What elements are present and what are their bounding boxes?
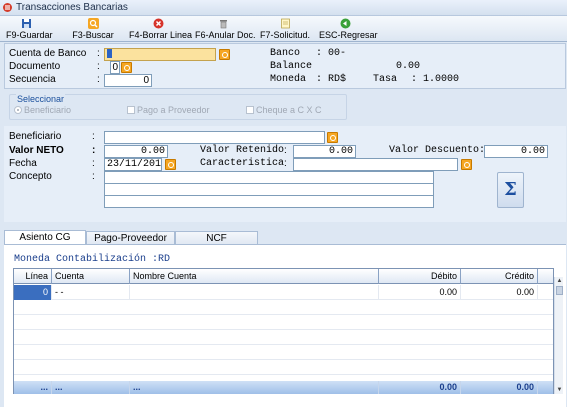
asiento-grid: Línea Cuenta Nombre Cuenta Débito Crédit… (13, 268, 554, 394)
balance-label: Balance (270, 61, 313, 72)
toolbar: F9-Guardar F3-Buscar F4-Borrar Linea F6-… (0, 16, 567, 42)
col-cuenta[interactable]: Cuenta (52, 269, 130, 284)
valor-retenido-input[interactable]: 0.00 (293, 145, 356, 158)
title-bar: Transacciones Bancarias (0, 0, 567, 16)
check-pago-proveedor[interactable]: Pago a Proveedor (127, 105, 210, 115)
totals-row: ... ... ... 0.00 0.00 (14, 381, 553, 394)
tab-ncf[interactable]: NCF (175, 231, 258, 245)
tasa-value: : 1.0000 (411, 74, 460, 85)
documento-label: Documento (9, 61, 61, 72)
fecha-label: Fecha (9, 158, 37, 169)
green-back-icon (340, 18, 350, 29)
concepto-line-3[interactable] (104, 195, 434, 208)
balance-value: 0.00 (396, 61, 421, 72)
delete-circle-icon (153, 18, 163, 29)
calendar-icon[interactable] (165, 159, 176, 170)
col-debito[interactable]: Débito (379, 269, 461, 284)
checkbox-icon (127, 106, 135, 114)
caracteristica-search-icon[interactable] (461, 159, 472, 170)
seleccionar-title: Seleccionar (16, 94, 66, 104)
back-button[interactable]: ESC-Regresar (319, 17, 378, 41)
radio-dot-icon (14, 106, 22, 114)
sigma-icon: Σ (504, 179, 517, 200)
cuenta-banco-input[interactable] (104, 48, 216, 61)
trash-icon (219, 20, 227, 29)
table-row[interactable] (14, 315, 553, 330)
table-row[interactable]: 0 - - 0.00 0.00 (14, 285, 553, 300)
delete-line-button[interactable]: F4-Borrar Linea (129, 17, 192, 41)
cuenta-banco-label: Cuenta de Banco (9, 48, 87, 59)
col-linea[interactable]: Línea (14, 269, 52, 284)
app-icon (3, 3, 12, 12)
window-title: Transacciones Bancarias (16, 2, 128, 13)
checkbox-icon (246, 106, 254, 114)
valor-descuento-label: Valor Descuento: (389, 145, 486, 156)
beneficiario-search-icon[interactable] (327, 132, 338, 143)
beneficiario-label: Beneficiario (9, 131, 62, 142)
moneda-value: : RD$ (316, 74, 347, 85)
seleccionar-group: Seleccionar Beneficiario Pago a Proveedo… (9, 94, 347, 120)
magnifier-icon (87, 18, 99, 29)
total-debito: 0.00 (379, 381, 461, 394)
scroll-down-icon[interactable]: ▼ (555, 386, 564, 394)
tasa-label: Tasa (373, 74, 398, 85)
secuencia-input[interactable]: 0 (104, 74, 152, 87)
total-credito: 0.00 (461, 381, 538, 394)
tab-asiento-cg[interactable]: Asiento CG (4, 230, 86, 245)
sum-button[interactable]: Σ (497, 172, 524, 208)
valor-descuento-input[interactable]: 0.00 (484, 145, 548, 158)
moneda-contabilizacion: Moneda Contabilización :RD (14, 254, 171, 265)
table-row[interactable] (14, 360, 553, 375)
cuenta-search-icon[interactable] (219, 49, 230, 60)
table-row[interactable] (14, 330, 553, 345)
valor-neto-input[interactable]: 0.00 (104, 145, 168, 158)
notepad-icon (280, 18, 290, 29)
concepto-label: Concepto (9, 171, 52, 182)
table-row[interactable] (14, 345, 553, 360)
tab-pago-proveedor[interactable]: Pago-Proveedor (86, 231, 175, 245)
secuencia-label: Secuencia (9, 74, 56, 85)
documento-search-icon[interactable] (121, 62, 132, 73)
col-credito[interactable]: Crédito (461, 269, 538, 284)
banco-label: Banco (270, 48, 301, 59)
request-button[interactable]: F7-Solicitud. (258, 17, 312, 41)
cancel-document-button[interactable]: F6-Anular Doc. (195, 17, 256, 41)
search-button[interactable]: F3-Buscar (72, 17, 114, 41)
beneficiario-input[interactable] (104, 131, 325, 144)
col-nombre-cuenta[interactable]: Nombre Cuenta (130, 269, 379, 284)
valor-neto-label: Valor NETO (9, 145, 64, 156)
grid-scrollbar[interactable]: ▲ ▼ (554, 277, 563, 394)
moneda-label: Moneda (270, 74, 307, 85)
floppy-icon (21, 19, 31, 28)
radio-beneficiario[interactable]: Beneficiario (14, 105, 71, 115)
caracteristica-label: Caracteristica (200, 158, 285, 169)
scroll-thumb[interactable] (556, 286, 563, 295)
banco-value: : 00- (316, 48, 347, 59)
check-cheque-cxc[interactable]: Cheque a C X C (246, 105, 322, 115)
table-row[interactable] (14, 300, 553, 315)
scroll-up-icon[interactable]: ▲ (555, 277, 564, 285)
save-button[interactable]: F9-Guardar (6, 17, 53, 41)
valor-retenido-label: Valor Retenido (200, 145, 285, 156)
fecha-input[interactable]: 23/11/2015 (104, 158, 162, 171)
caracteristica-input[interactable] (293, 158, 458, 171)
documento-input[interactable]: 0 (110, 61, 120, 74)
